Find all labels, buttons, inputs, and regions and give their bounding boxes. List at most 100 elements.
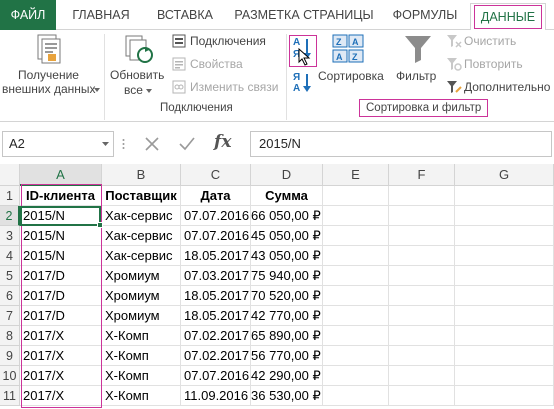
insert-function-button[interactable]: fx <box>214 132 231 152</box>
header-cell[interactable]: ID-клиента <box>20 186 102 206</box>
row-header-2[interactable]: 2 <box>0 206 20 226</box>
row-header-4[interactable]: 4 <box>0 246 20 266</box>
column-header-f[interactable]: F <box>389 164 455 186</box>
data-cell[interactable]: 18.05.2017 <box>181 306 251 326</box>
tab-home[interactable]: ГЛАВНАЯ <box>62 0 140 30</box>
empty-cell[interactable] <box>389 246 455 266</box>
filter-button[interactable]: Фильтр <box>392 30 442 90</box>
data-cell[interactable]: 18.05.2017 <box>181 246 251 266</box>
data-cell[interactable]: 2015/N <box>20 206 102 226</box>
row-header-9[interactable]: 9 <box>0 346 20 366</box>
tab-page-layout[interactable]: РАЗМЕТКА СТРАНИЦЫ <box>230 0 378 30</box>
empty-cell[interactable] <box>389 306 455 326</box>
empty-cell[interactable] <box>323 286 389 306</box>
data-cell[interactable]: 56 770,00 ₽ <box>251 346 323 366</box>
data-cell[interactable]: Хак-сервис <box>102 246 181 266</box>
sort-ascending-button[interactable]: А Я <box>289 35 317 67</box>
empty-cell[interactable] <box>455 246 554 266</box>
empty-cell[interactable] <box>455 226 554 246</box>
column-header-g[interactable]: G <box>455 164 554 186</box>
data-cell[interactable]: 36 530,00 ₽ <box>251 386 323 406</box>
tab-insert[interactable]: ВСТАВКА <box>146 0 224 30</box>
row-header-10[interactable]: 10 <box>0 366 20 386</box>
data-cell[interactable]: 07.02.2017 <box>181 346 251 366</box>
empty-cell[interactable] <box>323 366 389 386</box>
data-cell[interactable]: Х-Комп <box>102 386 181 406</box>
select-all-corner[interactable] <box>0 164 20 186</box>
tab-formulas[interactable]: ФОРМУЛЫ <box>386 0 464 30</box>
get-external-data-button[interactable]: Получение внешних данных <box>0 30 100 100</box>
empty-cell[interactable] <box>389 286 455 306</box>
data-cell[interactable]: 75 940,00 ₽ <box>251 266 323 286</box>
empty-cell[interactable] <box>455 306 554 326</box>
empty-cell[interactable] <box>323 206 389 226</box>
header-cell[interactable]: Поставщик <box>102 186 181 206</box>
empty-cell[interactable] <box>389 366 455 386</box>
data-cell[interactable]: 07.02.2017 <box>181 326 251 346</box>
data-cell[interactable]: Хромиум <box>102 266 181 286</box>
row-header-1[interactable]: 1 <box>0 186 20 206</box>
row-header-8[interactable]: 8 <box>0 326 20 346</box>
empty-cell[interactable] <box>323 266 389 286</box>
empty-cell[interactable] <box>455 366 554 386</box>
empty-cell[interactable] <box>323 226 389 246</box>
row-header-7[interactable]: 7 <box>0 306 20 326</box>
empty-cell[interactable] <box>455 386 554 406</box>
data-cell[interactable]: Хромиум <box>102 286 181 306</box>
empty-cell[interactable] <box>455 326 554 346</box>
row-header-6[interactable]: 6 <box>0 286 20 306</box>
empty-cell[interactable] <box>389 326 455 346</box>
empty-cell[interactable] <box>323 346 389 366</box>
data-cell[interactable]: 42 770,00 ₽ <box>251 306 323 326</box>
data-cell[interactable]: 45 050,00 ₽ <box>251 226 323 246</box>
empty-cell[interactable] <box>389 206 455 226</box>
sort-descending-button[interactable]: Я А <box>292 72 316 98</box>
data-cell[interactable]: 07.03.2017 <box>181 266 251 286</box>
data-cell[interactable]: 65 890,00 ₽ <box>251 326 323 346</box>
column-header-b[interactable]: B <box>102 164 181 186</box>
data-cell[interactable]: 42 290,00 ₽ <box>251 366 323 386</box>
reapply-filter-button[interactable]: Повторить <box>444 56 552 74</box>
empty-cell[interactable] <box>323 246 389 266</box>
cancel-icon[interactable] <box>144 136 160 152</box>
data-cell[interactable]: 66 050,00 ₽ <box>251 206 323 226</box>
empty-cell[interactable] <box>455 286 554 306</box>
column-header-e[interactable]: E <box>323 164 389 186</box>
data-cell[interactable]: Хак-сервис <box>102 206 181 226</box>
column-header-d[interactable]: D <box>251 164 323 186</box>
data-cell[interactable]: 2017/X <box>20 386 102 406</box>
row-header-11[interactable]: 11 <box>0 386 20 406</box>
row-header-3[interactable]: 3 <box>0 226 20 246</box>
column-header-c[interactable]: C <box>181 164 251 186</box>
empty-cell[interactable] <box>323 386 389 406</box>
empty-cell[interactable] <box>455 346 554 366</box>
empty-cell[interactable] <box>323 306 389 326</box>
advanced-filter-button[interactable]: Дополнительно <box>444 79 554 97</box>
tab-data[interactable]: ДАННЫЕ <box>470 3 546 31</box>
data-cell[interactable]: 2017/X <box>20 346 102 366</box>
empty-cell[interactable] <box>389 386 455 406</box>
header-cell[interactable]: Дата <box>181 186 251 206</box>
data-cell[interactable]: 07.07.2016 <box>181 206 251 226</box>
connections-button[interactable]: Подключения <box>170 33 278 51</box>
data-cell[interactable]: 2017/D <box>20 286 102 306</box>
formula-input[interactable]: 2015/N <box>250 131 552 157</box>
empty-cell[interactable] <box>455 266 554 286</box>
clear-filter-button[interactable]: Очистить <box>444 33 552 51</box>
enter-check-icon[interactable] <box>178 136 196 152</box>
empty-cell[interactable] <box>389 266 455 286</box>
data-cell[interactable]: 70 520,00 ₽ <box>251 286 323 306</box>
header-cell[interactable]: Сумма <box>251 186 323 206</box>
data-cell[interactable]: Хромиум <box>102 306 181 326</box>
row-header-5[interactable]: 5 <box>0 266 20 286</box>
empty-cell[interactable] <box>389 186 455 206</box>
data-cell[interactable]: 07.07.2016 <box>181 366 251 386</box>
data-cell[interactable]: Х-Комп <box>102 366 181 386</box>
data-cell[interactable]: 2017/X <box>20 326 102 346</box>
data-cell[interactable]: 11.09.2016 <box>181 386 251 406</box>
empty-cell[interactable] <box>323 186 389 206</box>
data-cell[interactable]: 18.05.2017 <box>181 286 251 306</box>
data-cell[interactable]: Х-Комп <box>102 326 181 346</box>
data-cell[interactable]: Х-Комп <box>102 346 181 366</box>
tab-file[interactable]: ФАЙЛ <box>0 0 56 30</box>
